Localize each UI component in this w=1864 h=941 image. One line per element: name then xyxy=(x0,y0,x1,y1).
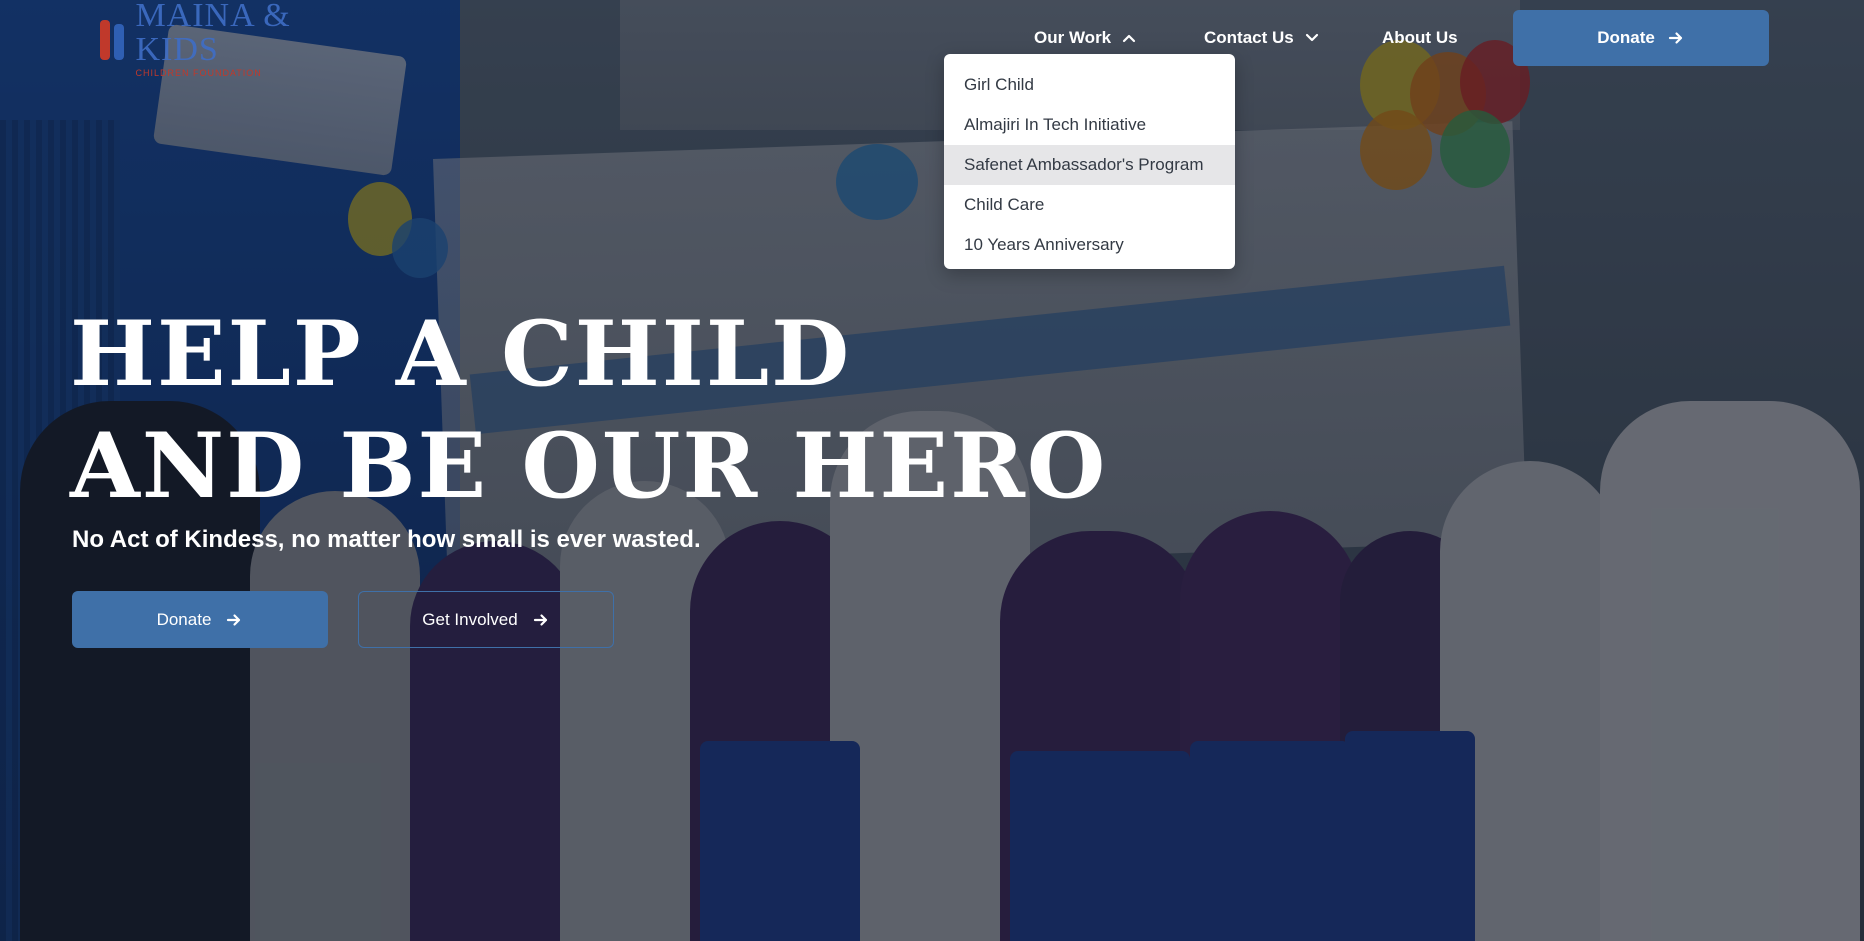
get-involved-button[interactable]: Get Involved xyxy=(358,591,614,648)
nav-contact-us-label: Contact Us xyxy=(1204,28,1294,47)
nav-our-work[interactable]: Our Work xyxy=(1034,20,1137,56)
our-work-dropdown-menu: Girl Child Almajiri In Tech Initiative S… xyxy=(944,54,1235,269)
menu-item-child-care[interactable]: Child Care xyxy=(944,185,1235,225)
nav-about-us[interactable]: About Us xyxy=(1382,20,1458,56)
hero-headline-line1: HELP A CHILD xyxy=(70,301,852,407)
hero-headline: HELP A CHILD AND BE OUR HERO xyxy=(70,298,1107,522)
logo-name: MAINA & KIDS xyxy=(135,0,291,68)
get-involved-label: Get Involved xyxy=(422,609,518,629)
chevron-up-icon xyxy=(1123,34,1136,43)
logo-figures-icon xyxy=(96,14,129,62)
nav-our-work-label: Our Work xyxy=(1034,28,1112,47)
arrow-right-icon xyxy=(533,613,547,626)
menu-item-safenet-ambassador[interactable]: Safenet Ambassador's Program xyxy=(944,145,1235,185)
nav-about-us-label: About Us xyxy=(1382,28,1458,47)
header-donate-label: Donate xyxy=(1597,28,1655,47)
menu-item-almajiri-in-tech[interactable]: Almajiri In Tech Initiative xyxy=(944,105,1235,145)
hero-donate-button[interactable]: Donate xyxy=(72,591,328,648)
nav-contact-us[interactable]: Contact Us xyxy=(1204,20,1320,56)
logo-subtitle: CHILDREN FOUNDATION xyxy=(135,67,262,78)
hero-donate-label: Donate xyxy=(156,609,212,629)
arrow-right-icon xyxy=(227,613,241,626)
hero-tagline: No Act of Kindess, no matter how small i… xyxy=(72,526,701,553)
menu-item-girl-child[interactable]: Girl Child xyxy=(944,65,1235,105)
menu-item-10-years-anniversary[interactable]: 10 Years Anniversary xyxy=(944,225,1235,265)
arrow-right-icon xyxy=(1668,32,1682,44)
chevron-down-icon xyxy=(1305,33,1318,42)
header-donate-button[interactable]: Donate xyxy=(1513,10,1769,66)
site-logo[interactable]: MAINA & KIDS CHILDREN FOUNDATION xyxy=(96,0,366,77)
hero-headline-line2: AND BE OUR HERO xyxy=(70,413,1108,519)
